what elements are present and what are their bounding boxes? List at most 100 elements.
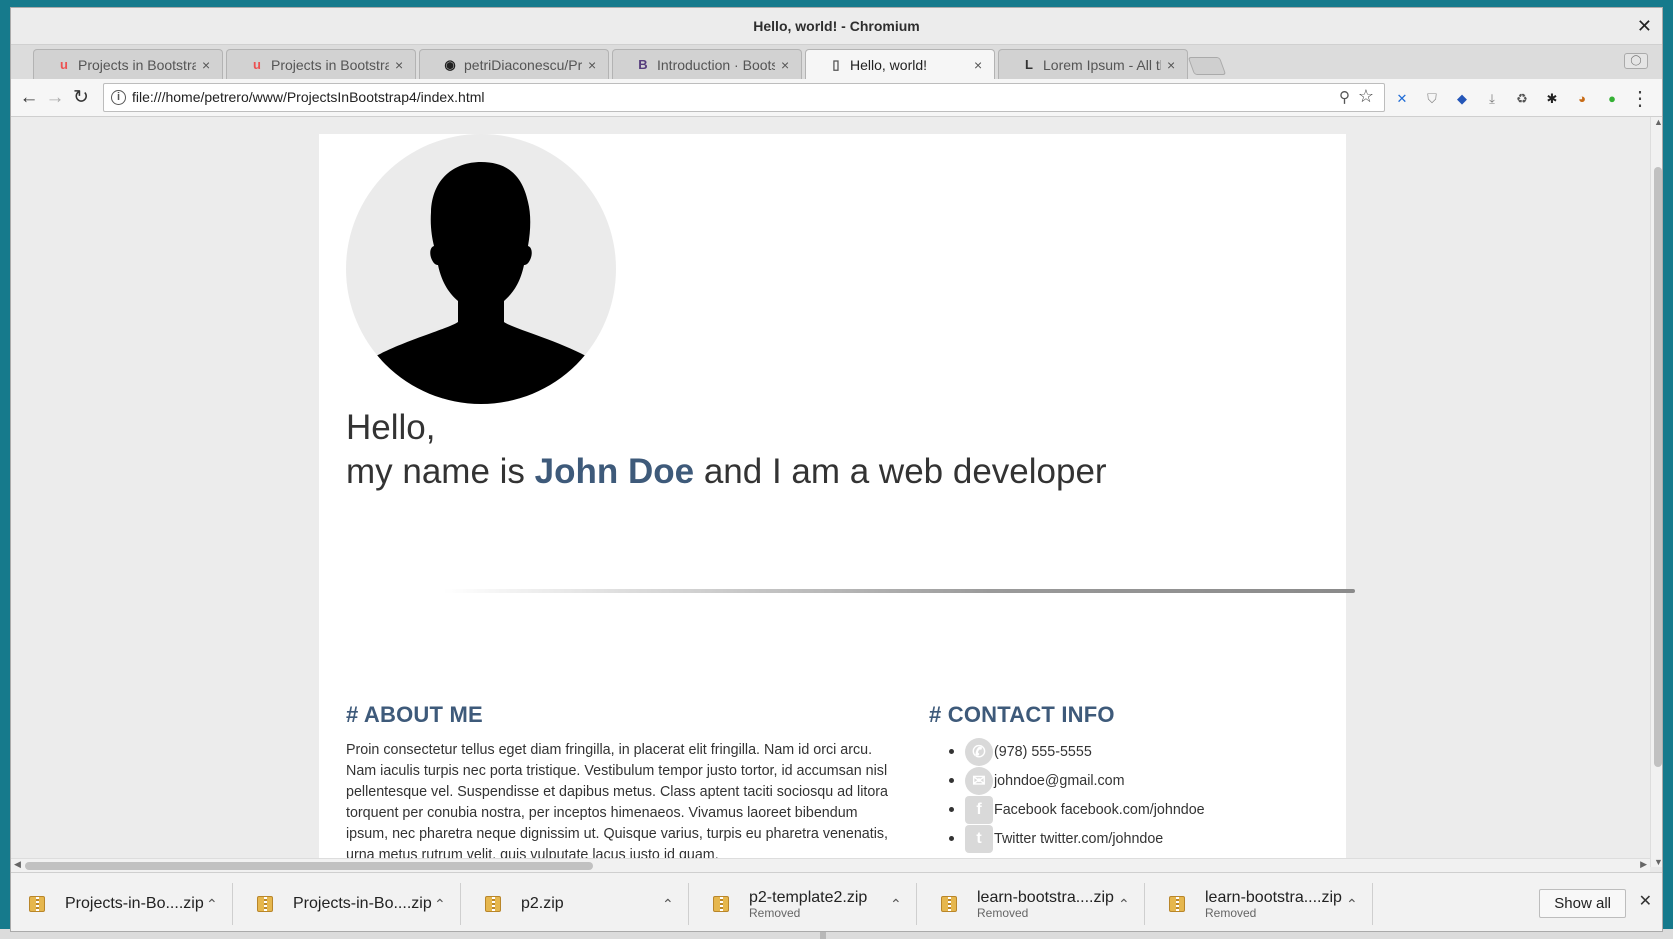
download-item[interactable]: learn-bootstra....zip Removed ⌃ [923, 883, 1145, 925]
download-texts: learn-bootstra....zip Removed [977, 889, 1118, 919]
download-filename: Projects-in-Bo....zip [65, 895, 204, 912]
reload-button[interactable]: ↻ [69, 86, 93, 110]
about-heading: # ABOUT ME [346, 702, 483, 727]
horizontal-scrollbar[interactable]: ◀ ▶ [11, 858, 1650, 872]
list-bullet [949, 749, 954, 754]
scroll-down-arrow-icon[interactable]: ▼ [1654, 857, 1662, 867]
github-icon: ◉ [444, 56, 456, 72]
profile-icon[interactable]: ◯ [1624, 53, 1648, 69]
email-icon: ✉ [965, 766, 993, 795]
address-url[interactable]: file:///home/petrero/www/ProjectsInBoots… [132, 84, 485, 111]
download-texts: p2-template2.zip Removed [749, 889, 890, 919]
downloads-bar: Show all ✕ Projects-in-Bo....zip ⌃ Project… [11, 872, 1662, 931]
green-badge-icon[interactable]: ● [1603, 90, 1621, 108]
facebook-icon: f [965, 795, 993, 824]
hero-intro: my name is John Doe and I am a web devel… [346, 450, 1107, 494]
page-container: Hello, my name is John Doe and I am a we… [319, 134, 1346, 867]
bird-icon[interactable]: ◆ [1453, 90, 1471, 108]
udemy-icon: u [253, 57, 261, 72]
download-icon[interactable]: ⤓ [1483, 90, 1501, 108]
person-silhouette-icon [365, 162, 597, 404]
contact-list: ✆ (978) 555-5555 ✉ johndoe@gmail.com f Face… [949, 737, 1205, 853]
download-texts: Projects-in-Bo....zip [293, 895, 434, 913]
tab-close-icon[interactable]: × [974, 57, 986, 73]
fox-icon[interactable]: ◕ [1573, 90, 1591, 108]
contact-phone-text[interactable]: (978) 555-5555 [994, 744, 1092, 760]
forward-button[interactable]: → [43, 86, 67, 110]
hero-heading: Hello, my name is John Doe and I am a we… [346, 406, 1107, 494]
browser-tab[interactable]: ◉ petriDiaconescu/Pr × [419, 49, 609, 79]
download-filename: Projects-in-Bo....zip [293, 895, 432, 912]
download-item[interactable]: p2.zip ⌃ [467, 883, 689, 925]
list-bullet [949, 807, 954, 812]
zip-file-icon [713, 896, 729, 912]
window-close-button[interactable]: ✕ [1637, 16, 1652, 37]
browser-tab[interactable]: B Introduction · Boots × [612, 49, 802, 79]
chevron-up-icon[interactable]: ⌃ [434, 896, 448, 913]
download-filename: learn-bootstra....zip [977, 889, 1114, 906]
zip-file-icon [29, 896, 45, 912]
extension-x-icon[interactable]: ✕ [1393, 90, 1411, 108]
udemy-icon: u [60, 57, 68, 72]
scroll-right-arrow-icon[interactable]: ▶ [1640, 859, 1647, 870]
spider-icon[interactable]: ✱ [1543, 90, 1561, 108]
contact-heading: # CONTACT INFO [929, 702, 1115, 727]
zip-file-icon [1169, 896, 1185, 912]
tab-close-icon[interactable]: × [781, 57, 793, 73]
back-button[interactable]: ← [17, 86, 41, 110]
vertical-scroll-thumb[interactable] [1654, 167, 1662, 767]
bootstrap-icon: B [638, 57, 648, 72]
chevron-up-icon[interactable]: ⌃ [662, 896, 676, 913]
about-text: Proin consectetur tellus eget diam fring… [346, 742, 889, 863]
shield-icon[interactable]: ⛉ [1423, 90, 1441, 108]
tab-label: Introduction · Boots [657, 56, 775, 73]
download-texts: p2.zip [521, 895, 662, 913]
download-texts: learn-bootstra....zip Removed [1205, 889, 1346, 919]
lipsum-icon: L [1025, 57, 1033, 72]
show-all-downloads-button[interactable]: Show all [1539, 889, 1626, 918]
download-item[interactable]: learn-bootstra....zip Removed ⌃ [1151, 883, 1373, 925]
list-bullet [949, 778, 954, 783]
browser-window: Hello, world! - Chromium ✕ ◯ u Projects i… [10, 7, 1663, 932]
document-icon: ▯ [832, 56, 840, 72]
download-filename: p2.zip [521, 895, 564, 912]
page-viewport: Hello, my name is John Doe and I am a we… [11, 117, 1650, 867]
zoom-icon[interactable]: ⚲ [1339, 88, 1350, 106]
chevron-up-icon[interactable]: ⌃ [1118, 896, 1132, 913]
tab-close-icon[interactable]: × [395, 57, 407, 73]
tab-label: petriDiaconescu/Pr [464, 56, 582, 73]
tab-close-icon[interactable]: × [588, 57, 600, 73]
contact-email-text[interactable]: johndoe@gmail.com [994, 773, 1125, 789]
bookmark-star-icon[interactable]: ☆ [1358, 86, 1374, 107]
contact-facebook-text[interactable]: Facebook facebook.com/johndoe [994, 802, 1205, 818]
chevron-up-icon[interactable]: ⌃ [890, 896, 904, 913]
horizontal-scroll-thumb[interactable] [25, 862, 593, 870]
download-item[interactable]: p2-template2.zip Removed ⌃ [695, 883, 917, 925]
tab-close-icon[interactable]: × [1167, 57, 1179, 73]
download-status: Removed [1205, 906, 1257, 920]
site-info-icon[interactable]: i [111, 90, 126, 105]
tab-strip: ◯ u Projects in Bootstra × u Projects in Boo… [11, 45, 1662, 79]
downloads-close-icon[interactable]: ✕ [1639, 891, 1652, 911]
tab-close-icon[interactable]: × [202, 57, 214, 73]
browser-tab[interactable]: u Projects in Bootstra × [226, 49, 416, 79]
address-bar[interactable]: i file:///home/petrero/www/ProjectsInBoo… [103, 83, 1385, 112]
download-item[interactable]: Projects-in-Bo....zip ⌃ [11, 883, 233, 925]
browser-tab[interactable]: u Projects in Bootstra × [33, 49, 223, 79]
chevron-up-icon[interactable]: ⌃ [206, 896, 220, 913]
window-title: Hello, world! - Chromium [753, 18, 920, 34]
download-item[interactable]: Projects-in-Bo....zip ⌃ [239, 883, 461, 925]
contact-twitter-text[interactable]: Twitter twitter.com/johndoe [994, 831, 1163, 847]
tab-label: Lorem Ipsum - All tl [1043, 56, 1161, 73]
recycle-icon[interactable]: ♻ [1513, 90, 1531, 108]
browser-menu-button[interactable]: ⋮ [1630, 86, 1650, 111]
contact-item-twitter: t Twitter twitter.com/johndoe [949, 824, 1205, 853]
scroll-left-arrow-icon[interactable]: ◀ [14, 859, 21, 870]
scroll-up-arrow-icon[interactable]: ▲ [1654, 117, 1662, 127]
browser-tab[interactable]: L Lorem Ipsum - All tl × [998, 49, 1188, 79]
chevron-up-icon[interactable]: ⌃ [1346, 896, 1360, 913]
intro-suffix: and I am a web developer [694, 452, 1107, 491]
new-tab-button[interactable] [1187, 57, 1227, 75]
browser-tab[interactable]: ▯ Hello, world! × [805, 49, 995, 79]
vertical-scrollbar[interactable]: ▲ ▼ [1650, 117, 1662, 867]
